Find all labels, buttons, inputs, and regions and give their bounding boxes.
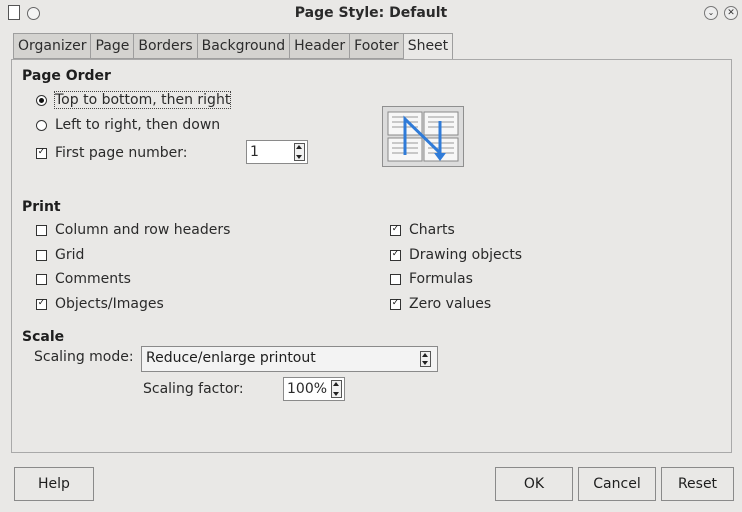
tab-header[interactable]: Header [289, 33, 350, 59]
column-row-headers-checkbox[interactable] [36, 224, 47, 236]
scaling-factor-value: 100% [287, 381, 328, 397]
scale-heading: Scale [22, 329, 65, 345]
comments-checkbox[interactable] [36, 273, 47, 285]
ok-button[interactable]: OK [495, 467, 573, 501]
help-button[interactable]: Help [14, 467, 94, 501]
zero-values-checkbox[interactable] [390, 298, 401, 310]
first-page-number-value: 1 [250, 144, 259, 160]
tab-organizer[interactable]: Organizer [13, 33, 91, 59]
grid-option[interactable]: Grid [36, 247, 84, 263]
page-order-preview-image [382, 106, 464, 167]
grid-label: Grid [55, 247, 85, 263]
page-order-heading: Page Order [22, 68, 111, 84]
column-row-headers-option[interactable]: Column and row headers [36, 222, 230, 238]
window-title: Page Style: Default [294, 5, 448, 21]
first-page-option[interactable]: First page number: [36, 145, 187, 161]
print-heading: Print [22, 199, 61, 215]
tab-footer[interactable]: Footer [349, 33, 403, 59]
tab-background[interactable]: Background [196, 33, 290, 59]
first-page-number-spin[interactable] [294, 143, 305, 161]
zero-values-label: Zero values [409, 296, 492, 312]
first-page-number-stepper[interactable]: 1 [246, 140, 308, 164]
scaling-mode-arrows[interactable] [420, 351, 431, 367]
comments-label: Comments [55, 271, 131, 287]
objects-images-option[interactable]: Objects/Images [36, 296, 164, 312]
top-bottom-label: Top to bottom, then right [53, 91, 232, 109]
first-page-checkbox[interactable] [36, 147, 47, 159]
reset-button[interactable]: Reset [661, 467, 734, 501]
left-right-radio[interactable] [36, 119, 47, 131]
scaling-factor-label: Scaling factor: [143, 381, 244, 397]
objects-images-label: Objects/Images [55, 296, 164, 312]
scaling-mode-label: Scaling mode: [34, 349, 134, 365]
grid-checkbox[interactable] [36, 249, 47, 261]
charts-checkbox[interactable] [390, 224, 401, 236]
scaling-factor-spin[interactable] [331, 380, 342, 398]
drawing-objects-checkbox[interactable] [390, 249, 401, 261]
tab-bar: Organizer Page Borders Background Header… [13, 33, 454, 60]
left-right-radio-option[interactable]: Left to right, then down [36, 117, 220, 133]
drawing-objects-label: Drawing objects [409, 247, 523, 263]
tab-sheet[interactable]: Sheet [402, 33, 454, 60]
formulas-checkbox[interactable] [390, 273, 401, 285]
charts-option[interactable]: Charts [390, 222, 455, 238]
tab-page[interactable]: Page [90, 33, 134, 59]
title-bar: Page Style: Default ⌄ ✕ [0, 0, 742, 26]
left-right-label: Left to right, then down [55, 117, 221, 133]
column-row-headers-label: Column and row headers [55, 222, 231, 238]
comments-option[interactable]: Comments [36, 271, 131, 287]
minimize-icon[interactable]: ⌄ [704, 6, 718, 20]
drawing-objects-option[interactable]: Drawing objects [390, 247, 522, 263]
scaling-mode-value: Reduce/enlarge printout [146, 350, 316, 366]
zero-values-option[interactable]: Zero values [390, 296, 491, 312]
scaling-factor-stepper[interactable]: 100% [283, 377, 345, 401]
objects-images-checkbox[interactable] [36, 298, 47, 310]
top-bottom-radio[interactable] [36, 94, 47, 106]
first-page-label: First page number: [55, 145, 188, 161]
charts-label: Charts [409, 222, 455, 238]
formulas-option[interactable]: Formulas [390, 271, 473, 287]
cancel-button[interactable]: Cancel [578, 467, 656, 501]
top-bottom-radio-option[interactable]: Top to bottom, then right [36, 91, 232, 109]
scaling-mode-select[interactable]: Reduce/enlarge printout [141, 346, 438, 372]
close-icon[interactable]: ✕ [724, 6, 738, 20]
tab-borders[interactable]: Borders [133, 33, 197, 59]
formulas-label: Formulas [409, 271, 473, 287]
